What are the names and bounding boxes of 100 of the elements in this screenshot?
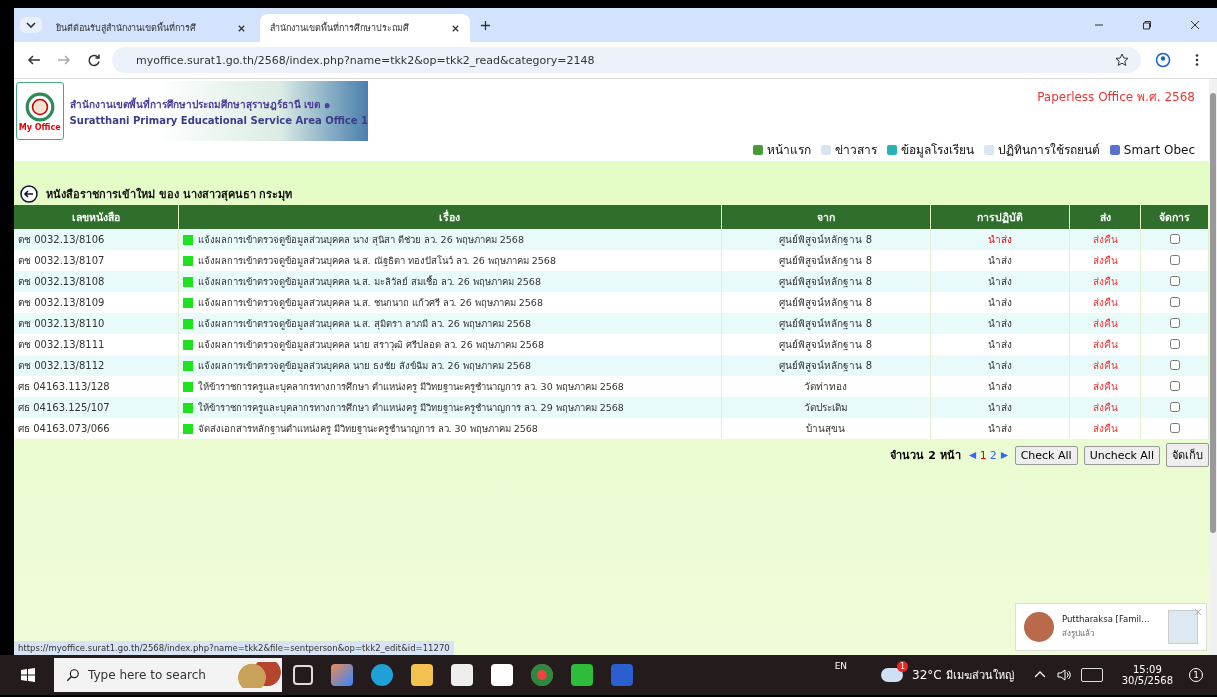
temperature[interactable]: 32°C (912, 668, 942, 682)
site-title: สำนักงานเขตพื้นที่การศึกษาประถมศึกษาสุราษฎร์ธานี เขต ๑ (69, 96, 331, 112)
plus-icon[interactable] (480, 19, 491, 31)
chevron-icon[interactable] (20, 17, 42, 33)
table-cell: ศธ 04163.073/066 (14, 418, 178, 439)
notification-title: Puttharaksa [Famil... (1062, 614, 1151, 624)
forward-link[interactable]: นำส่ง (988, 339, 1012, 350)
nav-link[interactable]: หน้าแรก (752, 140, 811, 159)
notification-text: ส่งรูปแล้ว (1062, 628, 1095, 640)
edition-label: Paperless Office พ.ศ. 2568 (1037, 89, 1195, 106)
table-cell: ศธ 04163.113/128 (14, 376, 178, 397)
restore-icon[interactable] (1142, 20, 1152, 30)
back-icon[interactable] (20, 185, 38, 203)
action-button[interactable]: Uncheck All (1083, 445, 1160, 465)
row-checkbox[interactable] (1169, 317, 1180, 328)
column-header: ส่ง (1069, 205, 1141, 229)
square-icon (182, 360, 193, 371)
forward-link[interactable]: นำส่ง (988, 318, 1012, 329)
square-icon (182, 381, 193, 392)
square-icon (182, 297, 193, 308)
table-cell: ศูนย์พิสูจน์หลักฐาน 8 (721, 313, 931, 334)
row-checkbox[interactable] (1169, 275, 1180, 286)
column-header: จัดการ (1140, 205, 1209, 229)
forward-link[interactable]: นำส่ง (988, 423, 1012, 434)
close-icon[interactable] (451, 23, 460, 33)
page-link[interactable]: 1 (979, 448, 987, 462)
photo-placeholder (1024, 612, 1054, 642)
return-link[interactable]: ส่งคืน (1092, 234, 1118, 245)
star-icon[interactable] (1115, 53, 1129, 67)
forward-link[interactable]: นำส่ง (988, 234, 1012, 245)
table-cell: ศูนย์พิสูจน์หลักฐาน 8 (721, 229, 931, 250)
row-checkbox[interactable] (1169, 380, 1180, 391)
weather-badge: 1 (897, 661, 909, 672)
row-checkbox[interactable] (1169, 233, 1180, 244)
return-link[interactable]: ส่งคืน (1092, 255, 1118, 266)
profile-icon[interactable] (1155, 52, 1171, 68)
nav-link[interactable]: ปฏิทินการใช้รถยนต์ (983, 140, 1100, 159)
forward-link[interactable]: นำส่ง (988, 255, 1012, 266)
app-icon[interactable] (331, 664, 353, 686)
square-icon (182, 318, 193, 329)
return-link[interactable]: ส่งคืน (1092, 297, 1118, 308)
page-link[interactable]: 2 (989, 448, 997, 462)
forward-link[interactable]: นำส่ง (988, 276, 1012, 287)
task-view-icon[interactable] (293, 665, 313, 685)
back-icon[interactable] (27, 53, 41, 67)
browser-tab[interactable]: สำนักงานเขตพื้นที่การศึกษาประถมศึ (260, 14, 470, 42)
table-cell: ตช 0032.13/8111 (14, 334, 178, 355)
clock-time[interactable]: 15:09 (1132, 664, 1162, 675)
forward-link[interactable]: นำส่ง (988, 360, 1012, 371)
nav-link[interactable]: ข้อมูลโรงเรียน (886, 140, 974, 159)
windows-icon[interactable] (20, 667, 36, 683)
search-field[interactable]: Type here to search (54, 658, 282, 692)
return-link[interactable]: ส่งคืน (1092, 276, 1118, 287)
table-cell: ศูนย์พิสูจน์หลักฐาน 8 (721, 271, 931, 292)
row-checkbox[interactable] (1169, 359, 1180, 370)
table-cell: บ้านสุขน (721, 418, 931, 439)
previous-icon[interactable] (967, 450, 977, 460)
browser-tab[interactable]: ยินดีต้อนรับสู่สำนักงานเขตพื้นที่การศึ (46, 14, 256, 42)
forward-link[interactable]: นำส่ง (988, 297, 1012, 308)
speaker-icon[interactable] (1056, 668, 1071, 682)
column-header: เลขหนังสือ (14, 205, 178, 229)
table-cell: ตช 0032.13/8109 (14, 292, 178, 313)
image-thumbnail (1168, 610, 1198, 644)
return-link[interactable]: ส่งคืน (1092, 339, 1118, 350)
return-link[interactable]: ส่งคืน (1092, 402, 1118, 413)
square-icon (182, 339, 193, 350)
action-button[interactable]: จัดเก็บ (1166, 443, 1209, 467)
nav-link[interactable]: ข่าวสาร (820, 140, 877, 159)
return-link[interactable]: ส่งคืน (1092, 318, 1118, 329)
language-indicator[interactable]: EN (834, 661, 848, 671)
scrollbar-thumb[interactable] (1210, 93, 1216, 533)
page-count: จำนวน 2 หน้า (890, 448, 961, 464)
keyboard-icon[interactable] (1080, 668, 1103, 682)
column-header: เรื่อง (178, 205, 722, 229)
forward-link[interactable]: นำส่ง (988, 402, 1012, 413)
table-cell: ศูนย์พิสูจน์หลักฐาน 8 (721, 250, 931, 271)
table-cell: ศธ 04163.125/107 (14, 397, 178, 418)
row-checkbox[interactable] (1169, 422, 1180, 433)
row-checkbox[interactable] (1169, 401, 1180, 412)
clock-date[interactable]: 30/5/2568 (1121, 675, 1173, 686)
weather-text[interactable]: มีเมฆส่วนใหญ่ (945, 666, 1014, 684)
table-cell: ตช 0032.13/8106 (14, 229, 178, 250)
notification-card[interactable]: Puttharaksa [Famil... ส่งรูปแล้ว (1015, 603, 1207, 651)
reload-icon[interactable] (87, 53, 101, 67)
next-icon[interactable] (999, 450, 1009, 460)
nav-link[interactable]: Smart Obec (1109, 140, 1195, 159)
forward-link[interactable]: นำส่ง (988, 381, 1012, 392)
return-link[interactable]: ส่งคืน (1092, 381, 1118, 392)
action-button[interactable]: Check All (1014, 445, 1078, 465)
row-checkbox[interactable] (1169, 338, 1180, 349)
close-icon[interactable] (237, 23, 246, 33)
address-field[interactable]: myoffice.surat1.go.th/2568/index.php?name=tkk2&op=tkk2_read&category=2148 (112, 47, 1141, 73)
row-checkbox[interactable] (1169, 254, 1180, 265)
row-checkbox[interactable] (1169, 296, 1180, 307)
page-heading: หนังสือราชการเข้าใหม่ ของ นางสาวสุคนธา กระมุท (46, 186, 293, 203)
return-link[interactable]: ส่งคืน (1092, 360, 1118, 371)
column-header: จาก (721, 205, 931, 229)
close-icon[interactable] (1190, 20, 1200, 30)
return-link[interactable]: ส่งคืน (1092, 423, 1118, 434)
table-cell: ตช 0032.13/8108 (14, 271, 178, 292)
